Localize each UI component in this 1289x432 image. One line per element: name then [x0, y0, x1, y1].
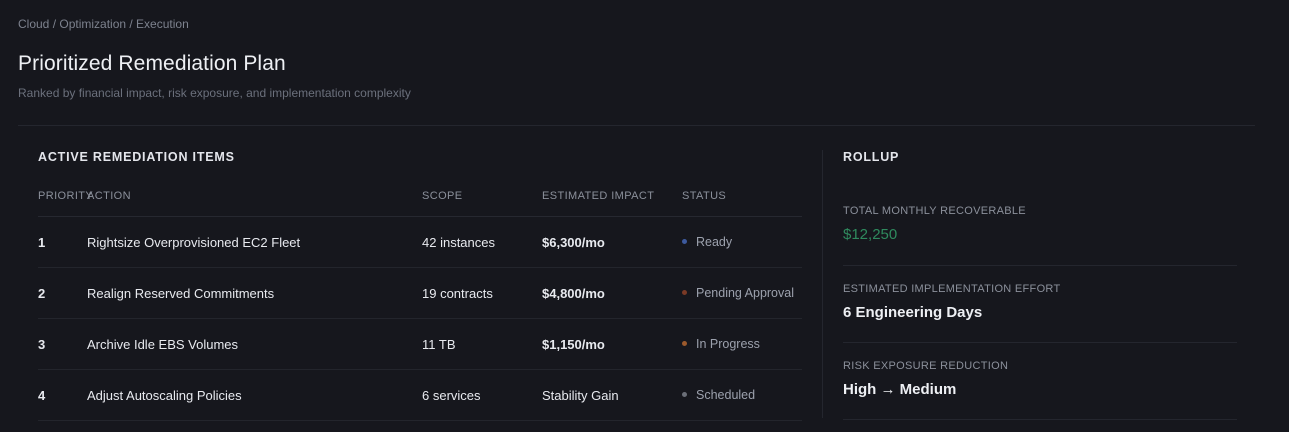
status-dot-icon — [682, 239, 687, 245]
metric-total-recoverable: TOTAL MONTHLY RECOVERABLE $12,250 — [843, 205, 1237, 266]
row-scope: 19 contracts — [422, 286, 493, 301]
row-impact: $4,800/mo — [542, 286, 605, 301]
status-badge: Ready — [682, 235, 732, 249]
row-scope: 42 instances — [422, 235, 495, 250]
row-impact: Stability Gain — [542, 388, 619, 403]
status-label: In Progress — [696, 337, 760, 351]
metric-implementation-effort: ESTIMATED IMPLEMENTATION EFFORT 6 Engine… — [843, 283, 1237, 343]
active-items-section: ACTIVE REMEDIATION ITEMS — [38, 150, 802, 164]
panel-divider — [822, 150, 823, 418]
metric-value: 6 Engineering Days — [843, 304, 983, 321]
rollup-panel: ROLLUP — [843, 150, 1237, 164]
row-priority: 1 — [38, 235, 46, 250]
row-action: Rightsize Overprovisioned EC2 Fleet — [87, 235, 301, 250]
table-row[interactable]: 4 Adjust Autoscaling Policies 6 services… — [38, 370, 802, 421]
row-priority: 4 — [38, 388, 46, 403]
breadcrumb[interactable]: Cloud / Optimization / Execution — [18, 17, 189, 31]
table-row[interactable]: 2 Realign Reserved Commitments 19 contra… — [38, 268, 802, 319]
row-scope: 6 services — [422, 388, 481, 403]
metric-label: ESTIMATED IMPLEMENTATION EFFORT — [843, 283, 1061, 295]
status-label: Scheduled — [696, 388, 756, 402]
row-scope: 11 TB — [422, 337, 456, 352]
table-row[interactable]: 3 Archive Idle EBS Volumes 11 TB $1,150/… — [38, 319, 802, 370]
metric-value: High → Medium — [843, 381, 957, 398]
row-action: Archive Idle EBS Volumes — [87, 337, 239, 352]
column-header-scope: SCOPE — [422, 190, 463, 202]
column-header-action: ACTION — [87, 190, 131, 202]
row-impact: $1,150/mo — [542, 337, 605, 352]
column-header-status: STATUS — [682, 190, 727, 202]
page-subtitle: Ranked by financial impact, risk exposur… — [18, 86, 411, 100]
status-badge: In Progress — [682, 337, 760, 351]
metric-label: RISK EXPOSURE REDUCTION — [843, 360, 1009, 372]
status-label: Ready — [696, 235, 733, 249]
status-label: Pending Approval — [696, 286, 794, 300]
rollup-title: ROLLUP — [843, 150, 900, 164]
header-divider — [18, 125, 1255, 126]
status-badge: Pending Approval — [682, 286, 794, 300]
section-title: ACTIVE REMEDIATION ITEMS — [38, 150, 235, 164]
row-action: Realign Reserved Commitments — [87, 286, 275, 301]
column-header-priority: PRIORITY — [38, 190, 94, 202]
page-title: Prioritized Remediation Plan — [18, 52, 286, 75]
metric-risk-reduction: RISK EXPOSURE REDUCTION High → Medium — [843, 360, 1237, 420]
status-dot-icon — [682, 290, 687, 296]
table-row[interactable]: 1 Rightsize Overprovisioned EC2 Fleet 42… — [38, 217, 802, 268]
row-action: Adjust Autoscaling Policies — [87, 388, 242, 403]
row-impact: $6,300/mo — [542, 235, 605, 250]
metric-value: $12,250 — [843, 226, 898, 243]
column-header-impact: ESTIMATED IMPACT — [542, 190, 655, 202]
table-header: PRIORITY ACTION SCOPE ESTIMATED IMPACT S… — [38, 190, 802, 217]
status-dot-icon — [682, 341, 687, 347]
status-dot-icon — [682, 392, 687, 398]
status-badge: Scheduled — [682, 388, 755, 402]
row-priority: 2 — [38, 286, 46, 301]
row-priority: 3 — [38, 337, 46, 352]
metric-label: TOTAL MONTHLY RECOVERABLE — [843, 205, 1026, 217]
